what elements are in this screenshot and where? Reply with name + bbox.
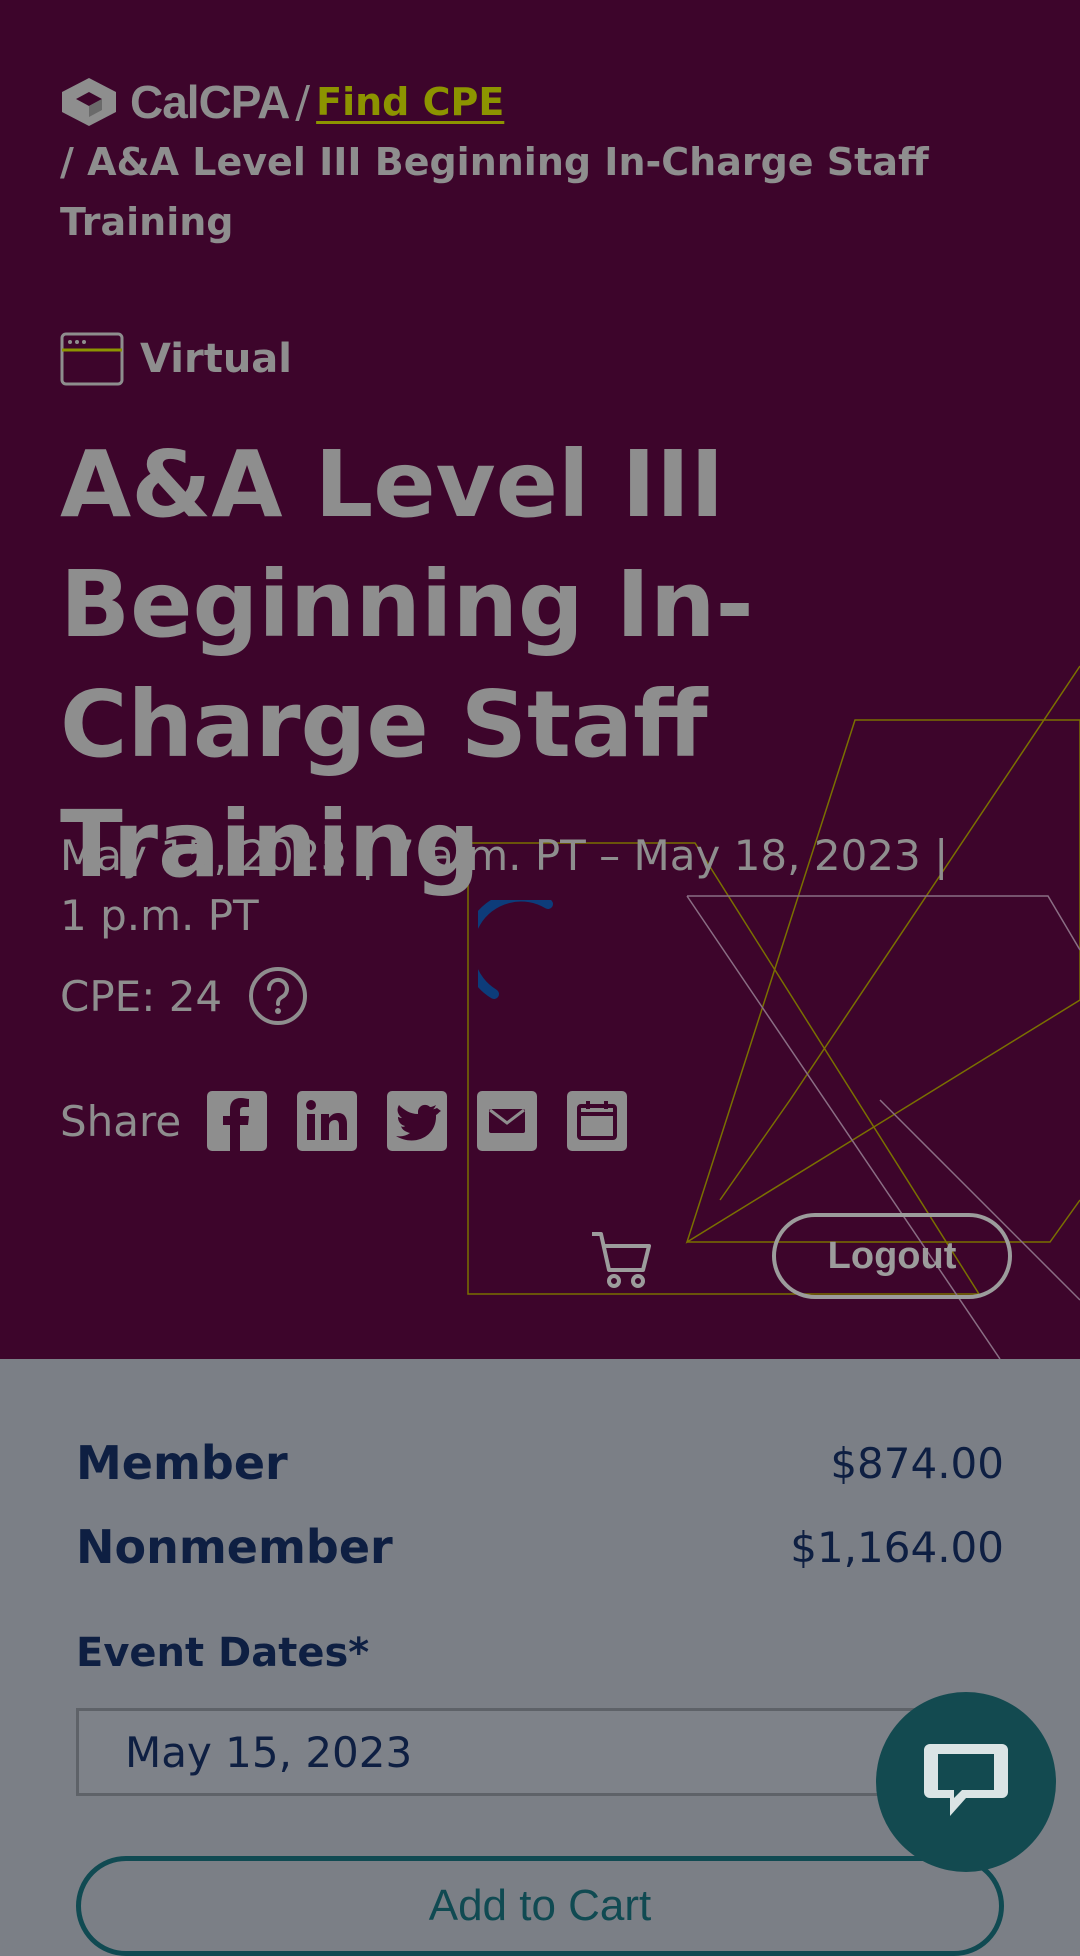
event-hero: CalCPA / Find CPE / A&A Level III Beginn… xyxy=(0,0,1080,1359)
chat-bubble-icon xyxy=(924,1744,1008,1816)
email-icon[interactable] xyxy=(477,1091,538,1151)
loading-spinner-icon xyxy=(478,900,553,999)
event-dates-select[interactable]: May 15, 2023 xyxy=(76,1708,1004,1796)
help-icon[interactable] xyxy=(248,966,308,1026)
member-price: $874.00 xyxy=(830,1438,1004,1488)
event-dates-selected-value: May 15, 2023 xyxy=(125,1727,413,1777)
find-cpe-link[interactable]: Find CPE xyxy=(316,80,504,124)
nonmember-price: $1,164.00 xyxy=(790,1522,1004,1572)
cpe-credits-label: CPE: 24 xyxy=(60,971,223,1021)
member-label: Member xyxy=(76,1436,288,1490)
nonmember-price-row: Nonmember $1,164.00 xyxy=(76,1520,1004,1574)
browser-window-icon xyxy=(60,332,124,386)
facebook-icon[interactable] xyxy=(207,1091,268,1151)
event-format: Virtual xyxy=(60,332,292,386)
breadcrumb: CalCPA / Find CPE / A&A Level III Beginn… xyxy=(60,76,1020,252)
calendar-icon[interactable] xyxy=(567,1091,628,1151)
linkedin-icon[interactable] xyxy=(297,1091,358,1151)
nonmember-label: Nonmember xyxy=(76,1520,393,1574)
brand-name[interactable]: CalCPA xyxy=(130,75,290,129)
calcpa-logo-icon[interactable] xyxy=(60,76,118,128)
event-dates-label: Event Dates* xyxy=(76,1630,370,1676)
twitter-icon[interactable] xyxy=(387,1091,448,1151)
add-to-cart-button[interactable]: Add to Cart xyxy=(76,1856,1004,1956)
chat-button[interactable] xyxy=(876,1692,1056,1872)
share-label: Share xyxy=(60,1096,182,1146)
shopping-cart-icon[interactable] xyxy=(590,1228,654,1290)
event-format-label: Virtual xyxy=(140,336,292,382)
breadcrumb-separator: / xyxy=(295,76,311,128)
share-bar: Share xyxy=(60,1091,657,1151)
logout-button[interactable]: Logout xyxy=(772,1213,1012,1299)
breadcrumb-current-page: / A&A Level III Beginning In-Charge Staf… xyxy=(60,140,929,244)
cpe-credits: CPE: 24 xyxy=(60,966,308,1026)
member-price-row: Member $874.00 xyxy=(76,1436,1004,1490)
